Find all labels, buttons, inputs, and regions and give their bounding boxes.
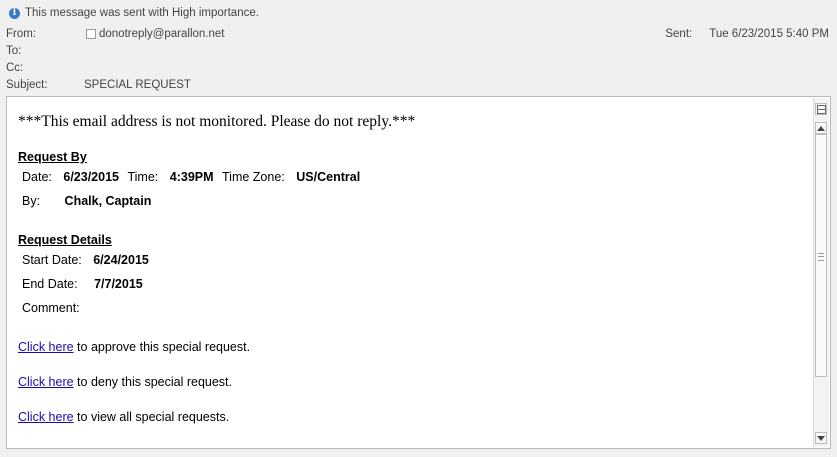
deny-text: to deny this special request. bbox=[73, 375, 233, 389]
start-date-label: Start Date: bbox=[22, 253, 82, 267]
importance-banner: i This message was sent with High import… bbox=[9, 7, 259, 19]
request-by-datetime-row: Date: 6/23/2015 Time: 4:39PM Time Zone: … bbox=[22, 170, 360, 184]
view-all-link[interactable]: Click here bbox=[18, 410, 74, 424]
to-label: To: bbox=[6, 45, 22, 57]
from-label: From: bbox=[6, 28, 37, 40]
time-value: 4:39PM bbox=[169, 170, 214, 184]
end-date-value: 7/7/2015 bbox=[94, 277, 143, 291]
deny-line: Click here to deny this special request. bbox=[18, 375, 232, 389]
approve-text: to approve this special request. bbox=[73, 340, 251, 354]
scroll-grip-icon bbox=[818, 252, 824, 261]
contact-checkbox-icon bbox=[86, 29, 96, 39]
scroll-up-icon[interactable] bbox=[815, 122, 827, 134]
scroll-down-icon[interactable] bbox=[815, 432, 827, 444]
sent-value: Tue 6/23/2015 5:40 PM bbox=[709, 28, 829, 40]
comment-label: Comment: bbox=[22, 301, 80, 315]
sent-label: Sent: bbox=[665, 28, 693, 40]
start-date-value: 6/24/2015 bbox=[93, 253, 149, 267]
date-label: Date: bbox=[22, 170, 52, 184]
by-label: By: bbox=[22, 194, 41, 208]
end-date-label: End Date: bbox=[22, 277, 78, 291]
date-value: 6/23/2015 bbox=[63, 170, 119, 184]
importance-text: This message was sent with High importan… bbox=[25, 7, 259, 19]
message-content: ***This email address is not monitored. … bbox=[18, 113, 806, 424]
cc-label: Cc: bbox=[6, 62, 24, 74]
message-body[interactable]: ***This email address is not monitored. … bbox=[6, 96, 831, 449]
view-all-line: Click here to view all special requests. bbox=[18, 410, 229, 424]
view-all-text: to view all special requests. bbox=[73, 410, 230, 424]
comment-row: Comment: bbox=[22, 301, 80, 315]
info-icon: i bbox=[9, 7, 20, 19]
approve-link[interactable]: Click here bbox=[18, 340, 74, 354]
request-by-person-row: By: Chalk, Captain bbox=[22, 194, 151, 208]
time-label: Time: bbox=[127, 170, 159, 184]
split-view-icon[interactable] bbox=[815, 103, 827, 115]
subject-label: Subject: bbox=[6, 79, 48, 91]
request-by-title: Request By bbox=[18, 150, 87, 164]
vertical-scrollbar[interactable] bbox=[813, 98, 829, 447]
sent-info: Sent: Tue 6/23/2015 5:40 PM bbox=[665, 28, 829, 40]
scroll-thumb[interactable] bbox=[815, 134, 827, 377]
by-value: Chalk, Captain bbox=[64, 194, 152, 208]
time-zone-value: US/Central bbox=[296, 170, 361, 184]
deny-link[interactable]: Click here bbox=[18, 375, 74, 389]
from-address[interactable]: donotreply@parallon.net bbox=[99, 28, 224, 40]
start-date-row: Start Date: 6/24/2015 bbox=[22, 253, 149, 267]
from-value[interactable]: donotreply@parallon.net bbox=[86, 28, 224, 40]
approve-line: Click here to approve this special reque… bbox=[18, 340, 250, 354]
end-date-row: End Date: 7/7/2015 bbox=[22, 277, 143, 291]
time-zone-label: Time Zone: bbox=[222, 170, 285, 184]
no-reply-notice: ***This email address is not monitored. … bbox=[18, 113, 416, 130]
subject-value: SPECIAL REQUEST bbox=[84, 79, 191, 91]
request-details-title: Request Details bbox=[18, 233, 112, 247]
